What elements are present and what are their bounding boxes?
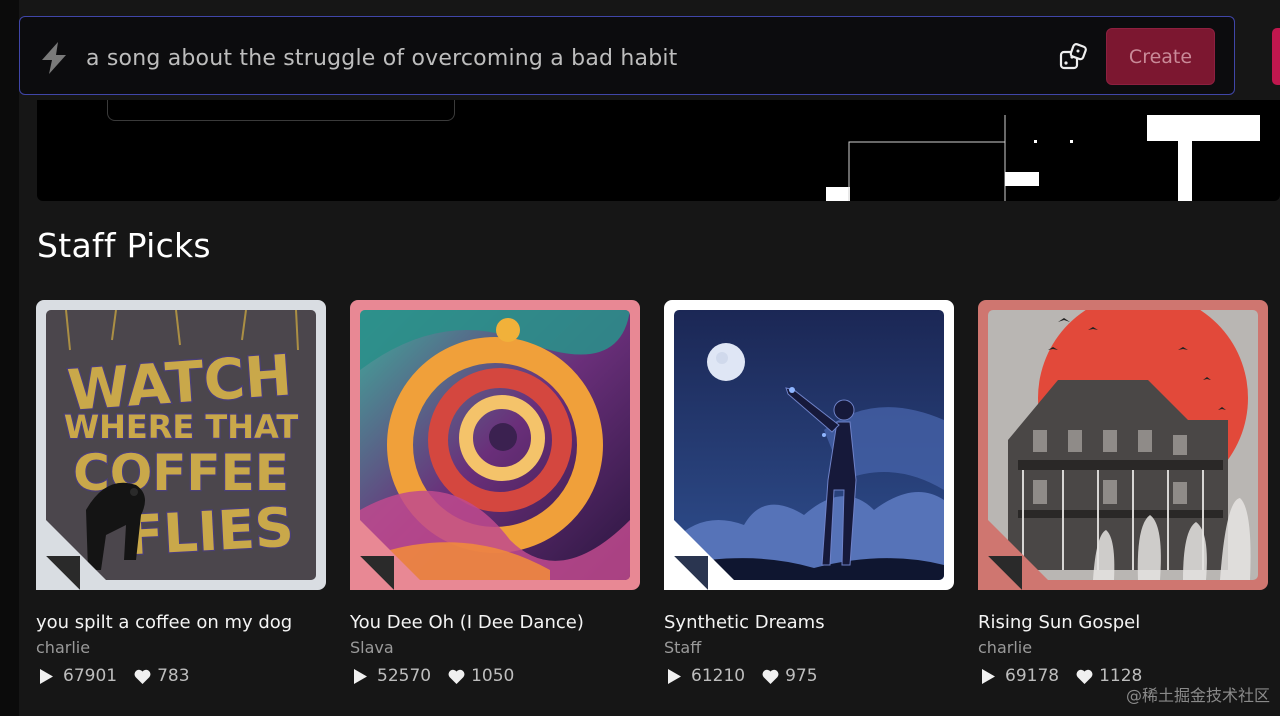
cover-art[interactable] <box>978 300 1268 590</box>
like-count: 783 <box>157 666 190 686</box>
song-author[interactable]: Staff <box>664 638 701 657</box>
corner-fold-icon <box>664 510 744 590</box>
song-title[interactable]: You Dee Oh (I Dee Dance) <box>350 612 584 633</box>
left-rail <box>0 0 19 716</box>
cover-text-line: WHERE THAT <box>64 408 298 446</box>
prompt-input[interactable] <box>84 39 988 77</box>
cover-art[interactable] <box>350 300 640 590</box>
prompt-bar: Create <box>19 16 1235 95</box>
song-title[interactable]: you spilt a coffee on my dog <box>36 612 292 633</box>
corner-fold-icon <box>350 510 430 590</box>
cover-text-line: FLIES <box>125 496 295 568</box>
heart-icon[interactable] <box>448 669 465 684</box>
song-card[interactable]: Synthetic Dreams Staff 61210 975 <box>664 300 956 686</box>
play-icon <box>40 668 53 684</box>
song-stats: 67901 783 <box>36 666 190 686</box>
song-author[interactable]: charlie <box>36 638 90 657</box>
corner-fold-icon <box>36 510 116 590</box>
heart-icon[interactable] <box>1076 669 1093 684</box>
play-count: 52570 <box>377 666 432 686</box>
play-count: 61210 <box>691 666 746 686</box>
hero-banner <box>37 100 1280 201</box>
cover-art[interactable] <box>664 300 954 590</box>
cover-art[interactable]: WATCH WHERE THAT COFFEE FLIES <box>36 300 326 590</box>
song-card[interactable]: You Dee Oh (I Dee Dance) Slava 52570 105… <box>350 300 642 686</box>
edge-button-fragment[interactable] <box>1272 28 1280 85</box>
song-author[interactable]: charlie <box>978 638 1032 657</box>
play-icon <box>982 668 995 684</box>
corner-fold-icon <box>978 510 1058 590</box>
create-button[interactable]: Create <box>1106 28 1215 85</box>
song-stats: 69178 1128 <box>978 666 1142 686</box>
bolt-icon <box>42 42 66 74</box>
play-icon <box>354 668 367 684</box>
like-count: 975 <box>785 666 818 686</box>
hero-pixel-art <box>826 115 1260 201</box>
section-title: Staff Picks <box>37 226 211 265</box>
song-stats: 52570 1050 <box>350 666 514 686</box>
watermark: @稀土掘金技术社区 <box>1125 686 1270 705</box>
like-count: 1050 <box>471 666 515 686</box>
play-count: 67901 <box>63 666 118 686</box>
song-card[interactable]: Rising Sun Gospel charlie 69178 1128 <box>978 300 1270 686</box>
heart-icon[interactable] <box>134 669 151 684</box>
song-card[interactable]: WATCH WHERE THAT COFFEE FLIES you spilt … <box>36 300 328 686</box>
play-icon <box>668 668 681 684</box>
song-stats: 61210 975 <box>664 666 818 686</box>
heart-icon[interactable] <box>762 669 779 684</box>
song-title[interactable]: Synthetic Dreams <box>664 612 825 633</box>
song-title[interactable]: Rising Sun Gospel <box>978 612 1140 633</box>
song-author[interactable]: Slava <box>350 638 394 657</box>
play-count: 69178 <box>1005 666 1060 686</box>
dice-icon[interactable] <box>1058 41 1090 73</box>
